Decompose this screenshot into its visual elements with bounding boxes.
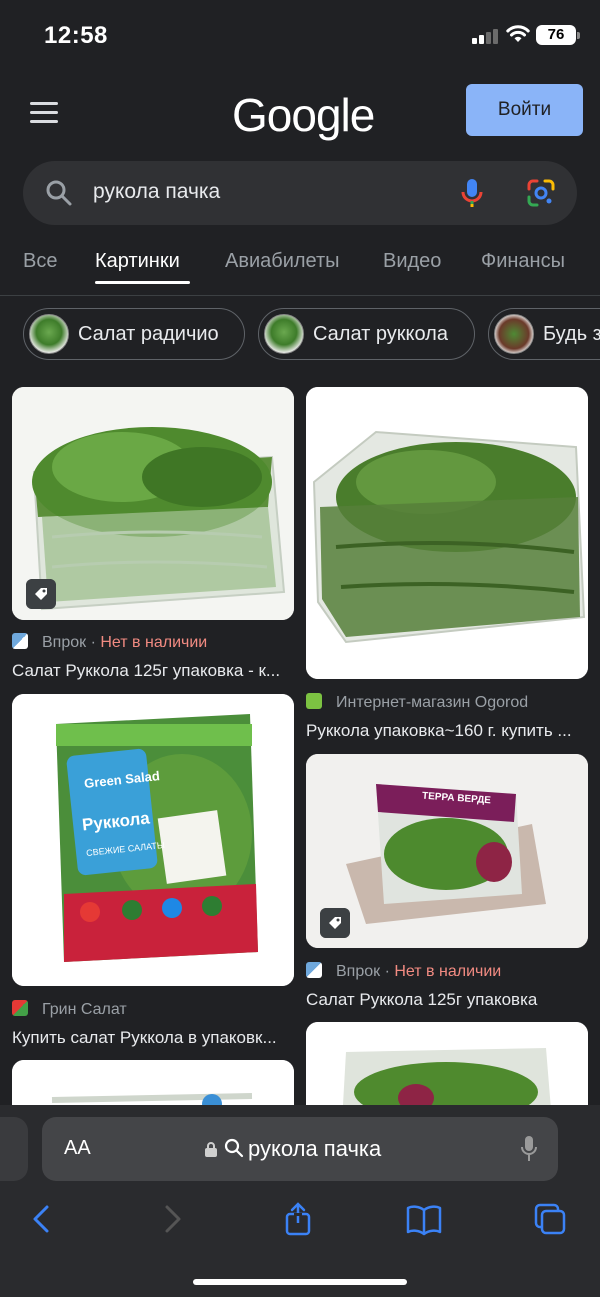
chip-label: Будь з [543,323,600,345]
source-name: Грин Салат [42,1001,127,1018]
mic-icon[interactable] [459,177,485,209]
share-icon[interactable] [280,1201,316,1237]
result-image[interactable] [306,387,588,679]
chip-arugula[interactable]: Салат руккола [258,308,475,360]
chip-thumbnail [264,314,304,354]
chip-radicchio[interactable]: Салат радичио [23,308,245,360]
tag-icon [26,579,56,609]
battery-indicator: 76 [536,25,580,45]
result-source: Впрок · Нет в наличии [306,962,501,981]
mic-icon[interactable] [520,1135,538,1163]
signin-button[interactable]: Войти [466,84,583,136]
status-time: 12:58 [44,22,108,49]
hamburger-menu-icon[interactable] [30,102,58,124]
tabs-icon[interactable] [532,1201,568,1237]
google-header: Google Войти [0,72,600,160]
forward-icon[interactable] [154,1201,190,1237]
status-bar: 12:58 76 [0,0,600,72]
search-tabs: Все Картинки Авиабилеты Видео Финансы [0,240,600,296]
browser-toolbar: AA рукола пачка [0,1105,600,1297]
reader-options-button[interactable]: AA [64,1137,91,1160]
active-tab-indicator [95,281,190,284]
result-title[interactable]: Купить салат Руккола в упаковк... [12,1028,294,1048]
home-indicator[interactable] [193,1279,407,1285]
back-icon[interactable] [24,1201,60,1237]
result-image[interactable]: Green Salad Руккола СВЕЖИЕ САЛАТЫ [12,694,294,986]
source-name: Интернет-магазин Ogorod [336,694,529,711]
stock-status: Нет в наличии [100,634,208,651]
result-title[interactable]: Салат Руккола 125г упаковка - к... [12,661,294,681]
source-name: Впрок [42,634,87,651]
tag-icon [320,908,350,938]
result-source: Грин Салат [12,1000,127,1019]
tab-all[interactable]: Все [23,250,57,273]
source-name: Впрок [336,963,381,980]
chip-thumbnail [29,314,69,354]
result-title[interactable]: Салат Руккола 125г упаковка [306,990,588,1010]
chip-label: Салат руккола [313,323,448,345]
search-icon[interactable] [45,179,73,207]
tab-videos[interactable]: Видео [383,250,441,273]
search-icon [224,1138,244,1158]
google-logo[interactable]: Google [232,88,375,142]
chip-label: Салат радичио [78,323,219,345]
arugula-tray-image [306,387,588,679]
result-source: Интернет-магазин Ogorod [306,693,528,712]
lock-icon [205,1142,217,1157]
result-source: Впрок · Нет в наличии [12,633,207,652]
previous-tab-preview[interactable] [0,1117,28,1181]
wifi-icon [506,25,530,42]
address-text[interactable]: рукола пачка [248,1136,381,1162]
site-favicon-icon [12,633,28,649]
tab-images[interactable]: Картинки [95,250,180,273]
bookmarks-icon[interactable] [406,1201,442,1237]
site-favicon-icon [306,962,322,978]
address-bar[interactable]: AA рукола пачка [42,1117,558,1181]
search-input[interactable]: рукола пачка [93,180,220,204]
refinement-chips: Салат радичио Салат руккола Будь з [0,308,600,362]
google-lens-icon[interactable] [526,178,556,208]
tab-finance[interactable]: Финансы [481,250,565,273]
chip-thumbnail [494,314,534,354]
tab-flights[interactable]: Авиабилеты [225,250,340,273]
chip-more[interactable]: Будь з [488,308,600,360]
search-box[interactable]: рукола пачка [23,161,577,225]
site-favicon-icon [12,1000,28,1016]
result-title[interactable]: Руккола упаковка~160 г. купить ... [306,721,588,741]
site-favicon-icon [306,693,322,709]
stock-status: Нет в наличии [394,963,502,980]
cellular-signal-icon [472,28,502,44]
